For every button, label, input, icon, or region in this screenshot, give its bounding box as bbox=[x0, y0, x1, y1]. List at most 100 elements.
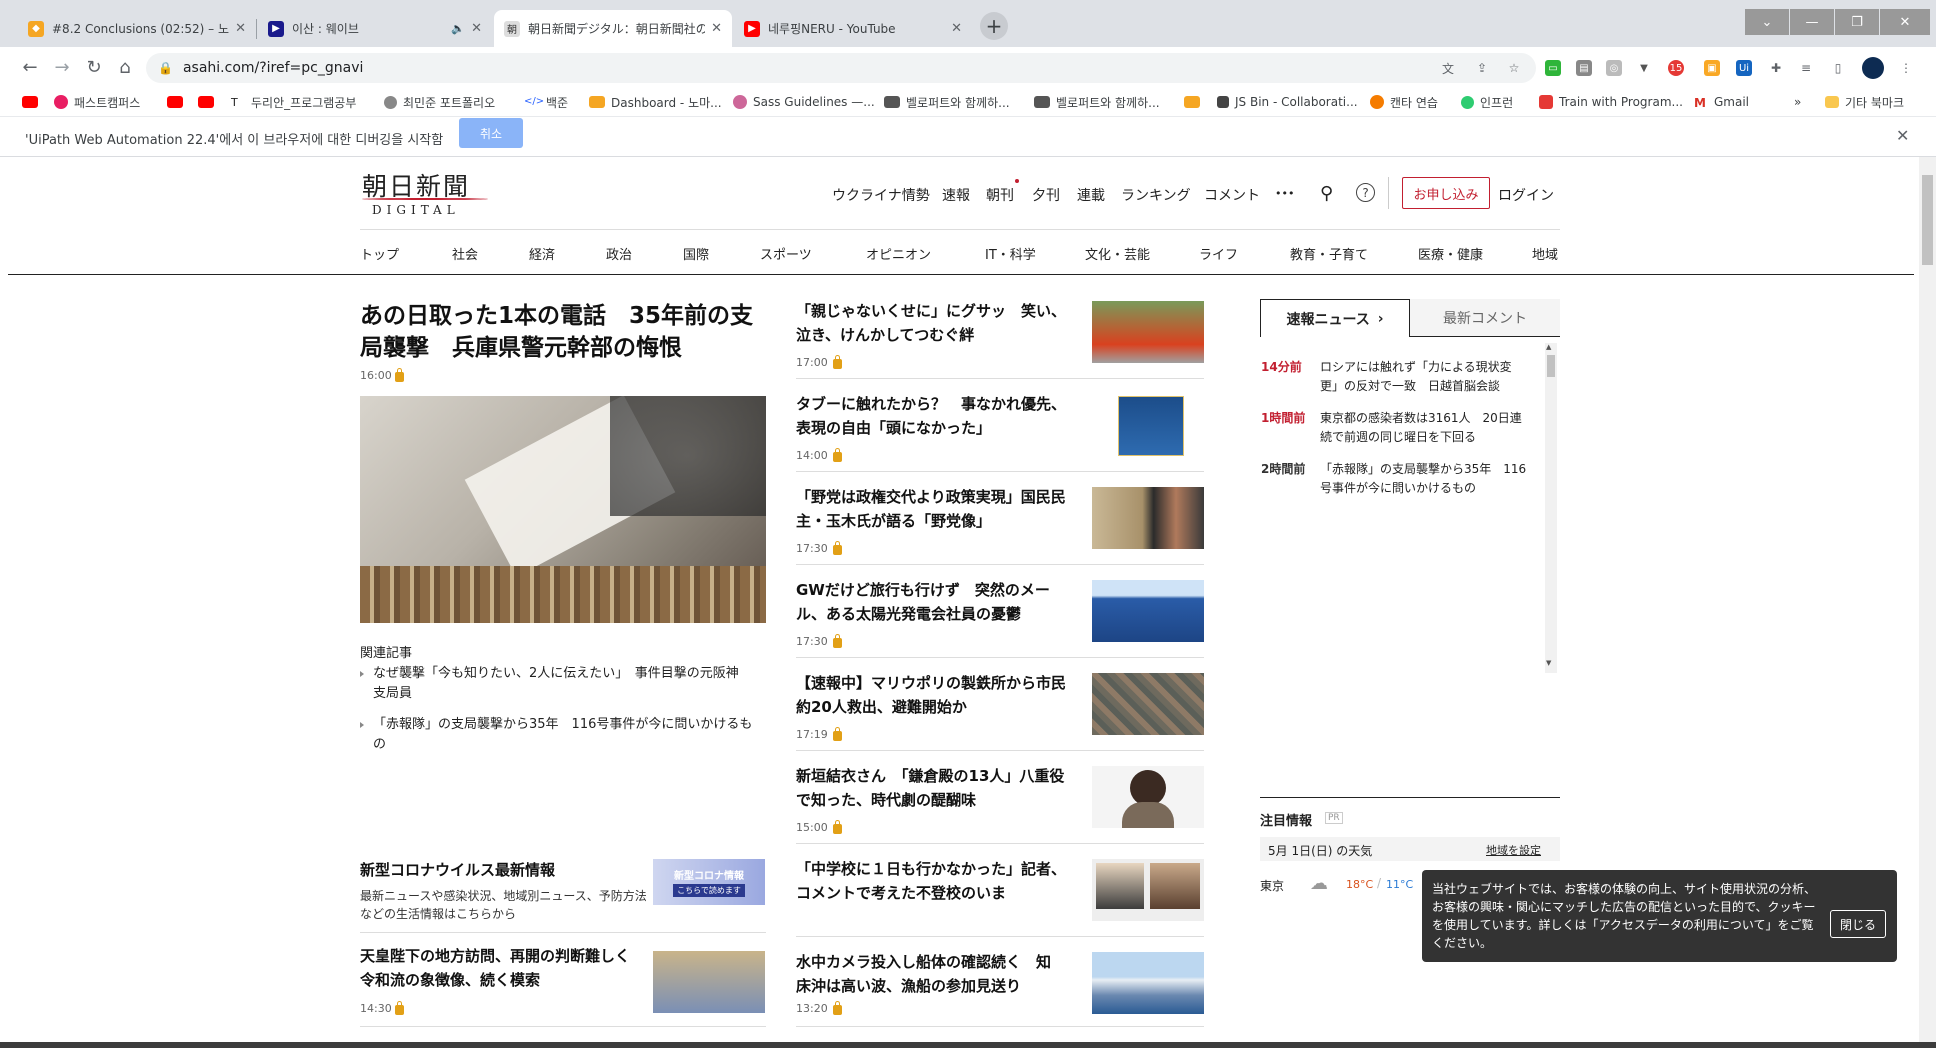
reload-button[interactable]: ↻ bbox=[82, 55, 106, 79]
bookmark-fastcampus[interactable]: 패스트캠퍼스 bbox=[54, 93, 140, 111]
top-story-headline[interactable]: あの日取った1本の電話 35年前の支 局襲撃 兵庫県警元幹部の悔恨 bbox=[360, 300, 753, 364]
bookmark-sass[interactable]: Sass Guidelines —... bbox=[733, 93, 875, 111]
bookmark-other-folder[interactable]: 기타 북마크 bbox=[1825, 93, 1904, 111]
back-button[interactable]: ← bbox=[18, 55, 42, 79]
article-5-thumb[interactable] bbox=[1092, 673, 1204, 735]
home-button[interactable]: ⌂ bbox=[113, 55, 137, 79]
close-infobar-icon[interactable]: ✕ bbox=[1896, 126, 1909, 145]
bookmark-durian[interactable]: T 두리안_프로그램공부 bbox=[231, 93, 356, 111]
profile-avatar[interactable] bbox=[1862, 57, 1884, 79]
article-2-headline[interactable]: タブーに触れたから？ 事なかれ優先、 表現の自由「頭になかった」 bbox=[796, 392, 1066, 440]
article-6-thumb[interactable] bbox=[1092, 766, 1204, 828]
news-scrollbar[interactable]: ▲ ▼ bbox=[1545, 343, 1557, 673]
corona-banner[interactable]: 新型コロナ情報 こちらで読めます bbox=[653, 859, 765, 905]
article-7-headline[interactable]: 「中学校に１日も行かなかった」記者、 コメントで考えた不登校のいま bbox=[796, 857, 1066, 905]
bookmark-velopert-2[interactable]: 벨로퍼트와 함께하... bbox=[1034, 93, 1160, 111]
bookmark-youtube[interactable] bbox=[22, 93, 44, 111]
related-link-1[interactable]: なぜ襲撃「今も知りたい、2人に伝えたい」 事件目撃の元阪神 支局員 bbox=[373, 664, 739, 704]
cat-medical[interactable]: 医療・健康 bbox=[1418, 244, 1483, 263]
set-region-link[interactable]: 地域を設定 bbox=[1486, 842, 1541, 858]
reading-list-icon[interactable]: ≡ bbox=[1798, 60, 1814, 76]
cat-life[interactable]: ライフ bbox=[1199, 244, 1238, 263]
page-scrollbar[interactable] bbox=[1919, 157, 1936, 1042]
new-tab-button[interactable]: + bbox=[980, 12, 1008, 40]
speaker-icon[interactable]: 🔈 bbox=[451, 22, 465, 35]
help-icon[interactable]: ? bbox=[1356, 183, 1375, 202]
asahi-logo-sub[interactable]: DIGITAL bbox=[372, 203, 460, 217]
restore-button[interactable]: ❐ bbox=[1835, 9, 1879, 35]
extension-circle-icon[interactable]: ◎ bbox=[1606, 60, 1622, 76]
article-1-headline[interactable]: 「親じゃないくせに」にグサッ 笑い、 泣き、けんかしてつむぐ絆 bbox=[796, 299, 1066, 347]
gnav-ukraine[interactable]: ウクライナ情勢 bbox=[832, 185, 930, 205]
omnibox[interactable]: 🔒 asahi.com/?iref=pc_gnavi bbox=[146, 53, 1536, 83]
page-scroll-thumb[interactable] bbox=[1922, 175, 1933, 265]
article-7-thumb[interactable] bbox=[1092, 859, 1204, 921]
cat-region[interactable]: 地域 bbox=[1532, 244, 1558, 263]
article-2-thumb[interactable] bbox=[1092, 394, 1204, 456]
gnav-ranking[interactable]: ランキング bbox=[1121, 185, 1191, 205]
emperor-visit-headline[interactable]: 天皇陛下の地方訪問、再開の判断難しく 令和流の象徴像、続く模索 bbox=[360, 944, 630, 992]
gnav-morning[interactable]: 朝刊 bbox=[986, 185, 1014, 205]
cancel-debugging-button[interactable]: 취소 bbox=[459, 118, 523, 148]
signup-button[interactable]: お申し込み bbox=[1402, 177, 1490, 209]
cat-society[interactable]: 社会 bbox=[452, 244, 478, 263]
gnav-evening[interactable]: 夕刊 bbox=[1032, 185, 1060, 205]
article-6-headline[interactable]: 新垣結衣さん 「鎌倉殿の13人」八重役 で知った、時代劇の醍醐味 bbox=[796, 764, 1064, 812]
news-link-3[interactable]: 「赤報隊」の支局襲撃から35年 116 号事件が今に問いかけるもの bbox=[1320, 460, 1535, 498]
tab-latest-comments[interactable]: 最新コメント bbox=[1410, 299, 1560, 337]
cat-education[interactable]: 教育・子育て bbox=[1290, 244, 1368, 263]
bookmark-nomad[interactable] bbox=[1184, 93, 1206, 111]
bookmarks-overflow-chevron[interactable]: » bbox=[1794, 93, 1801, 111]
article-1-thumb[interactable] bbox=[1092, 301, 1204, 363]
bookmark-baekjoon[interactable]: </> 백준 bbox=[524, 93, 568, 111]
gnav-series[interactable]: 連載 bbox=[1077, 185, 1105, 205]
close-tab-icon[interactable]: ✕ bbox=[471, 21, 482, 36]
tab-1[interactable]: ◆ #8.2 Conclusions (02:52) – 노마 ✕ bbox=[18, 10, 256, 47]
cookie-close-button[interactable]: 閉じる bbox=[1830, 910, 1886, 938]
forward-button[interactable]: → bbox=[50, 55, 74, 79]
news-link-2[interactable]: 東京都の感染者数は3161人 20日連 続で前週の同じ曜日を下回る bbox=[1320, 409, 1535, 447]
article-8-headline[interactable]: 水中カメラ投入し船体の確認続く 知 床沖は高い波、漁船の参加見送り bbox=[796, 950, 1051, 998]
scroll-up-icon[interactable]: ▲ bbox=[1546, 343, 1551, 351]
bookmark-typing[interactable]: 캔타 연습 bbox=[1370, 93, 1438, 111]
side-panel-icon[interactable]: ▯ bbox=[1830, 60, 1846, 76]
corona-title[interactable]: 新型コロナウイルス最新情報 bbox=[360, 859, 555, 880]
tab-search-button[interactable]: ⌄ bbox=[1745, 9, 1789, 35]
extension-yellow-icon[interactable]: ▣ bbox=[1704, 60, 1720, 76]
tab-3-active[interactable]: 朝 朝日新聞デジタル：朝日新聞社の ✕ bbox=[494, 10, 732, 47]
related-link-2[interactable]: 「赤報隊」の支局襲撃から35年 116号事件が今に問いかけるも の bbox=[373, 715, 752, 755]
cat-culture[interactable]: 文化・芸能 bbox=[1085, 244, 1150, 263]
gnav-more[interactable]: ••• bbox=[1275, 187, 1294, 200]
uipath-extension-icon[interactable]: Ui bbox=[1736, 60, 1752, 76]
news-link-1[interactable]: ロシアには触れず「力による現状変 更」の反対で一致 日越首脳会談 bbox=[1320, 358, 1535, 396]
translate-icon[interactable]: 文 bbox=[1440, 60, 1456, 76]
cat-economy[interactable]: 経済 bbox=[529, 244, 555, 263]
tab-4[interactable]: ▶ 네루핑NERU - YouTube ✕ bbox=[734, 10, 972, 47]
vue-devtools-icon[interactable]: ▼ bbox=[1636, 60, 1652, 76]
bookmark-gmail[interactable]: M Gmail bbox=[1694, 93, 1749, 111]
article-3-thumb[interactable] bbox=[1092, 487, 1204, 549]
news-scroll-thumb[interactable] bbox=[1547, 355, 1555, 377]
cat-international[interactable]: 国際 bbox=[683, 244, 709, 263]
menu-kebab-icon[interactable]: ⋮ bbox=[1898, 60, 1914, 76]
cat-it-science[interactable]: IT・科学 bbox=[985, 244, 1036, 263]
extensions-puzzle-icon[interactable]: ✚ bbox=[1768, 60, 1784, 76]
tab-2[interactable]: ▶ 이산 : 웨이브 🔈 ✕ bbox=[258, 10, 492, 47]
bookmark-velopert-1[interactable]: 벨로퍼트와 함께하... bbox=[884, 93, 1010, 111]
bookmark-youtube-2[interactable] bbox=[167, 93, 189, 111]
bookmark-inflearn[interactable]: 인프런 bbox=[1461, 93, 1513, 111]
login-link[interactable]: ログイン bbox=[1498, 185, 1554, 205]
tab-breaking-news[interactable]: 速報ニュース › bbox=[1260, 299, 1410, 337]
article-4-thumb[interactable] bbox=[1092, 580, 1204, 642]
article-8-thumb[interactable] bbox=[1092, 952, 1204, 1014]
minimize-button[interactable]: — bbox=[1790, 9, 1834, 35]
cat-opinion[interactable]: オピニオン bbox=[866, 244, 931, 263]
gnav-comment[interactable]: コメント bbox=[1204, 185, 1260, 205]
cat-politics[interactable]: 政治 bbox=[606, 244, 632, 263]
search-icon[interactable]: ⚲ bbox=[1320, 183, 1333, 204]
bookmark-portfolio[interactable]: 최민준 포트폴리오 bbox=[384, 93, 495, 111]
close-tab-icon[interactable]: ✕ bbox=[951, 21, 962, 36]
bookmark-youtube-3[interactable] bbox=[198, 93, 220, 111]
scroll-down-icon[interactable]: ▼ bbox=[1546, 659, 1551, 667]
emperor-visit-thumb[interactable] bbox=[653, 951, 765, 1013]
